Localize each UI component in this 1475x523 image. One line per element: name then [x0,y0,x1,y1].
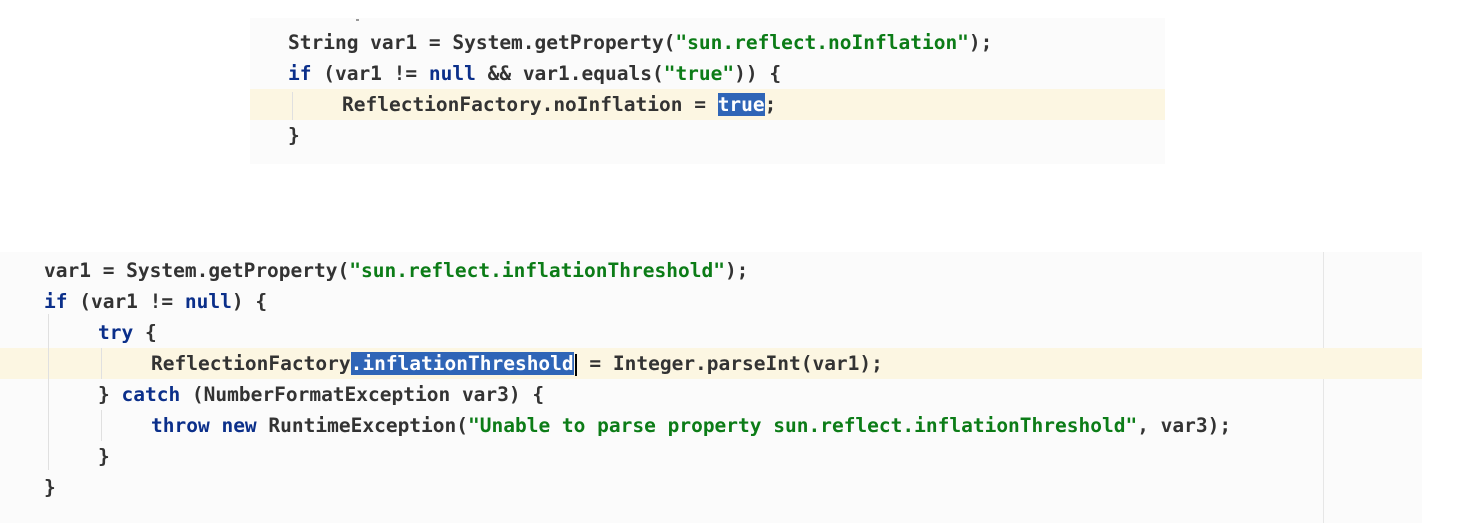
code-line[interactable]: String var1 = System.getProperty("sun.re… [250,27,1165,58]
code-text: ReflectionFactory [151,352,351,375]
scroll-marker [356,19,359,21]
keyword: catch [121,383,181,406]
code-text: { [133,321,157,344]
code-line[interactable]: if (var1 != null) { [0,286,1422,317]
code-panel-bottom: var1 = System.getProperty("sun.reflect.i… [0,252,1422,523]
selected-text[interactable]: .inflationThreshold [350,352,574,375]
code-line[interactable]: } [0,472,1422,503]
code-text: (NumberFormatException var3) { [180,383,545,406]
code-text: } [288,124,300,147]
code-text: ) { [231,290,268,313]
indent-guide [101,410,102,441]
code-text: var1 = System.getProperty( [44,259,350,282]
keyword: try [98,321,134,344]
string-literal: "sun.reflect.noInflation" [675,31,969,54]
code-text: )) { [734,62,782,85]
code-text: String var1 = System.getProperty( [288,31,676,54]
code-panel-top: String var1 = System.getProperty("sun.re… [250,18,1165,164]
keyword: if [288,62,312,85]
code-text: ); [724,259,749,282]
code-line-current[interactable]: ReflectionFactory.inflationThreshold = I… [0,348,1422,379]
indent-guide [101,348,102,379]
code-text: (var1 != [67,290,185,313]
code-text: } [98,383,122,406]
code-line[interactable]: } [0,441,1422,472]
indent-guide [48,314,49,470]
code-line-current[interactable]: ReflectionFactory.noInflation = true; [250,89,1165,120]
code-text: RuntimeException( [256,414,469,437]
keyword: null [428,62,476,85]
keyword: null [184,290,232,313]
code-line[interactable]: } catch (NumberFormatException var3) { [0,379,1422,410]
code-text: && var1.equals( [475,62,664,85]
code-text: } [98,445,110,468]
keyword: throw [151,414,210,437]
code-text: = Integer.parseInt(var1); [577,352,883,375]
code-text: , var3); [1137,414,1232,437]
indent-guide [292,92,293,120]
string-literal: "sun.reflect.inflationThreshold" [349,259,725,282]
code-line[interactable]: var1 = System.getProperty("sun.reflect.i… [0,255,1422,286]
code-text: ReflectionFactory.noInflation = [342,93,718,116]
code-text: ; [764,93,777,116]
code-text: ); [968,31,993,54]
code-text: } [44,476,56,499]
code-line[interactable]: if (var1 != null && var1.equals("true"))… [250,58,1165,89]
selected-text[interactable]: true [717,93,765,116]
keyword: if [44,290,68,313]
keyword: new [221,414,257,437]
string-literal: "Unable to parse property sun.reflect.in… [468,414,1138,437]
code-text: (var1 != [311,62,429,85]
code-line[interactable]: } [250,120,1165,151]
code-line[interactable]: try { [0,317,1422,348]
text-caret [574,353,577,376]
code-line[interactable]: throw new RuntimeException("Unable to pa… [0,410,1422,441]
string-literal: "true" [663,62,735,85]
